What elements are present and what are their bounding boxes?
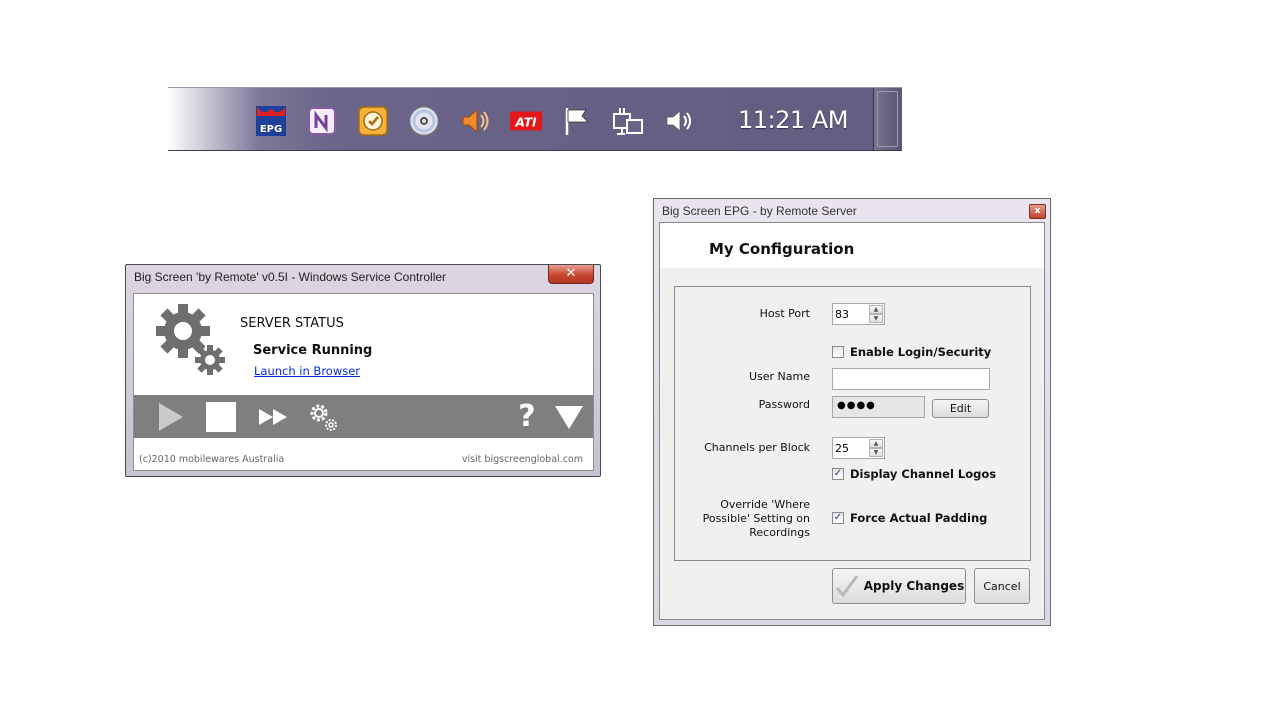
ati-icon[interactable]: ATI <box>509 104 543 138</box>
launch-in-browser-link[interactable]: Launch in Browser <box>254 364 360 378</box>
service-status-value: Service Running <box>253 343 373 358</box>
page-title: My Configuration <box>709 240 855 258</box>
force-actual-padding-checkbox-box[interactable]: ✓ <box>832 512 844 524</box>
window-title: Big Screen 'by Remote' v0.5I - Windows S… <box>134 270 447 284</box>
channels-per-block-stepper[interactable]: ▲ ▼ <box>832 437 885 459</box>
host-port-stepper[interactable]: ▲ ▼ <box>832 303 885 325</box>
override-padding-label-line: Override 'Where <box>720 498 810 511</box>
enable-login-checkbox[interactable]: Enable Login/Security <box>832 345 991 359</box>
override-padding-label-line: Recordings <box>749 526 810 539</box>
cd-drive-icon[interactable] <box>407 104 441 138</box>
spin-down-button[interactable]: ▼ <box>869 314 883 323</box>
stop-button[interactable] <box>203 395 239 438</box>
help-icon: ? <box>518 399 536 434</box>
service-controller-body: SERVER STATUS Service Running Launch in … <box>133 293 594 471</box>
action-center-flag-icon[interactable] <box>560 104 594 138</box>
display-channel-logos-checkbox[interactable]: ✓ Display Channel Logos <box>832 467 996 481</box>
display-channel-logos-checkbox-box[interactable]: ✓ <box>832 468 844 480</box>
ati-icon-label: ATI <box>514 116 537 130</box>
server-gears-icon <box>154 304 234 388</box>
service-toolbar: ? <box>134 395 593 438</box>
channels-per-block-input[interactable] <box>835 440 867 456</box>
configuration-window: Big Screen EPG - by Remote Server x My C… <box>653 198 1051 626</box>
play-button[interactable] <box>152 395 188 438</box>
system-clock[interactable]: 11:21 AM <box>738 103 848 137</box>
override-padding-label-line: Possible' Setting on <box>702 512 810 525</box>
server-status-heading: SERVER STATUS <box>240 316 344 331</box>
apply-changes-label: Apply Changes <box>863 579 965 593</box>
stop-icon <box>206 401 236 432</box>
display-channel-logos-label: Display Channel Logos <box>850 467 997 481</box>
volume-icon[interactable] <box>662 104 696 138</box>
onenote-icon[interactable] <box>305 104 339 138</box>
host-port-input[interactable] <box>835 306 867 322</box>
website-text: visit bigscreenglobal.com <box>461 454 583 465</box>
close-button[interactable]: ✕ <box>548 265 594 284</box>
spin-down-button[interactable]: ▼ <box>869 448 883 457</box>
enable-login-checkbox-box[interactable] <box>832 346 844 358</box>
outlook-reminder-icon[interactable] <box>356 104 390 138</box>
edit-password-button[interactable]: Edit <box>932 399 989 418</box>
cancel-button[interactable]: Cancel <box>974 568 1030 604</box>
service-settings-button[interactable] <box>306 395 340 438</box>
fast-forward-icon <box>259 408 287 425</box>
settings-group: Host Port ▲ ▼ Enable Login/Security User… <box>674 286 1031 561</box>
copyright-text: (c)2010 mobilewares Australia <box>139 454 285 465</box>
collapse-button[interactable] <box>552 395 586 438</box>
close-button[interactable]: x <box>1029 204 1046 219</box>
override-padding-label: Override 'Where Possible' Setting on Rec… <box>703 498 810 540</box>
force-actual-padding-label: Force Actual Padding <box>850 511 988 525</box>
help-button[interactable]: ? <box>512 395 542 438</box>
username-label: User Name <box>748 370 810 383</box>
restart-button[interactable] <box>256 395 292 438</box>
window-title: Big Screen EPG - by Remote Server <box>662 204 857 218</box>
network-icon[interactable] <box>611 104 645 138</box>
checkmark-icon <box>835 575 858 598</box>
collapse-arrow-icon <box>555 405 583 429</box>
apply-changes-button[interactable]: Apply Changes <box>832 568 966 604</box>
force-actual-padding-checkbox[interactable]: ✓ Force Actual Padding <box>832 511 987 525</box>
show-desktop-button[interactable] <box>873 88 901 150</box>
configuration-body: My Configuration Host Port ▲ ▼ Enable Lo… <box>659 222 1045 620</box>
volume-muted-icon[interactable] <box>458 104 492 138</box>
spin-up-button[interactable]: ▲ <box>869 439 883 448</box>
spin-up-button[interactable]: ▲ <box>869 305 883 314</box>
epg-icon[interactable]: EPG <box>254 104 288 138</box>
taskbar-notification-area: EPG ATI 11:21 AM <box>168 87 902 151</box>
configuration-header: My Configuration <box>660 223 1044 268</box>
channels-per-block-label: Channels per Block <box>704 441 810 454</box>
password-field[interactable]: ●●●● <box>832 396 925 418</box>
epg-icon-label: EPG <box>260 124 282 135</box>
enable-login-label: Enable Login/Security <box>850 345 992 359</box>
play-icon <box>159 402 183 431</box>
password-label: Password <box>758 398 810 411</box>
settings-gears-icon <box>310 404 337 431</box>
host-port-label: Host Port <box>759 307 810 320</box>
service-controller-window: Big Screen 'by Remote' v0.5I - Windows S… <box>125 264 601 477</box>
username-field[interactable] <box>832 368 990 390</box>
